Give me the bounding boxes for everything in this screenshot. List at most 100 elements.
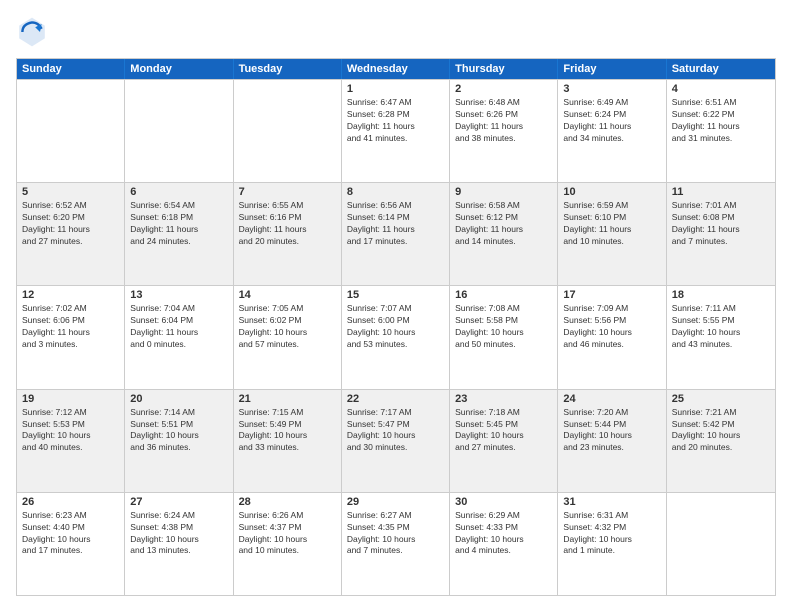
day-info: Sunrise: 7:14 AM Sunset: 5:51 PM Dayligh… (130, 407, 227, 455)
day-number: 17 (563, 289, 660, 301)
day-number: 7 (239, 186, 336, 198)
cal-cell-1-2 (125, 80, 233, 182)
day-info: Sunrise: 6:49 AM Sunset: 6:24 PM Dayligh… (563, 97, 660, 145)
cal-cell-5-6: 31Sunrise: 6:31 AM Sunset: 4:32 PM Dayli… (558, 493, 666, 595)
cal-week-2: 5 Sunrise: 6:52 AM Sunset: 6:20 PM Daylig… (17, 182, 775, 285)
day-number: 27 (130, 496, 227, 508)
day-number: 8 (347, 186, 444, 198)
day-number: 6 (130, 186, 227, 198)
day-info: Sunrise: 7:01 AM Sunset: 6:08 PM Dayligh… (672, 200, 770, 248)
day-number: 28 (239, 496, 336, 508)
cal-cell-3-5: 16 Sunrise: 7:08 AM Sunset: 5:58 PM Dayli… (450, 286, 558, 388)
day-number: 11 (672, 186, 770, 198)
day-number: 22 (347, 393, 444, 405)
day-number: 13 (130, 289, 227, 301)
cal-cell-5-1: 26Sunrise: 6:23 AM Sunset: 4:40 PM Dayli… (17, 493, 125, 595)
cal-cell-3-1: 12 Sunrise: 7:02 AM Sunset: 6:06 PM Dayli… (17, 286, 125, 388)
day-info: Sunrise: 7:15 AM Sunset: 5:49 PM Dayligh… (239, 407, 336, 455)
day-number: 16 (455, 289, 552, 301)
cal-cell-5-5: 30 Sunrise: 6:29 AM Sunset: 4:33 PM Dayli… (450, 493, 558, 595)
day-info: Sunrise: 6:51 AM Sunset: 6:22 PM Dayligh… (672, 97, 770, 145)
cal-cell-3-7: 18 Sunrise: 7:11 AM Sunset: 5:55 PM Dayli… (667, 286, 775, 388)
day-info: Sunrise: 7:05 AM Sunset: 6:02 PM Dayligh… (239, 303, 336, 351)
cal-week-4: 19 Sunrise: 7:12 AM Sunset: 5:53 PM Dayli… (17, 389, 775, 492)
cal-header-wednesday: Wednesday (342, 59, 450, 79)
day-number: 14 (239, 289, 336, 301)
day-info: Sunrise: 6:48 AM Sunset: 6:26 PM Dayligh… (455, 97, 552, 145)
day-info: Sunrise: 6:55 AM Sunset: 6:16 PM Dayligh… (239, 200, 336, 248)
day-number: 10 (563, 186, 660, 198)
cal-cell-4-1: 19 Sunrise: 7:12 AM Sunset: 5:53 PM Dayli… (17, 390, 125, 492)
day-number: 24 (563, 393, 660, 405)
cal-cell-4-6: 24 Sunrise: 7:20 AM Sunset: 5:44 PM Dayli… (558, 390, 666, 492)
day-info: Sunrise: 6:27 AM Sunset: 4:35 PM Dayligh… (347, 510, 444, 558)
day-number: 20 (130, 393, 227, 405)
page: SundayMondayTuesdayWednesdayThursdayFrid… (0, 0, 792, 612)
cal-cell-1-5: 2 Sunrise: 6:48 AM Sunset: 6:26 PM Daylig… (450, 80, 558, 182)
day-info: Sunrise: 7:02 AM Sunset: 6:06 PM Dayligh… (22, 303, 119, 351)
calendar-header-row: SundayMondayTuesdayWednesdayThursdayFrid… (17, 59, 775, 79)
day-number: 3 (563, 83, 660, 95)
logo-icon (16, 16, 48, 48)
day-info: Sunrise: 7:17 AM Sunset: 5:47 PM Dayligh… (347, 407, 444, 455)
day-info: Sunrise: 6:52 AM Sunset: 6:20 PM Dayligh… (22, 200, 119, 248)
day-info: Sunrise: 6:24 AM Sunset: 4:38 PM Dayligh… (130, 510, 227, 558)
day-number: 9 (455, 186, 552, 198)
header (16, 16, 776, 48)
day-number: 18 (672, 289, 770, 301)
cal-cell-4-4: 22 Sunrise: 7:17 AM Sunset: 5:47 PM Dayli… (342, 390, 450, 492)
cal-cell-3-6: 17 Sunrise: 7:09 AM Sunset: 5:56 PM Dayli… (558, 286, 666, 388)
day-number: 1 (347, 83, 444, 95)
day-info: Sunrise: 7:09 AM Sunset: 5:56 PM Dayligh… (563, 303, 660, 351)
cal-header-saturday: Saturday (667, 59, 775, 79)
day-info: Sunrise: 7:04 AM Sunset: 6:04 PM Dayligh… (130, 303, 227, 351)
day-number: 2 (455, 83, 552, 95)
cal-cell-2-6: 10 Sunrise: 6:59 AM Sunset: 6:10 PM Dayli… (558, 183, 666, 285)
day-number: 25 (672, 393, 770, 405)
cal-cell-1-3 (234, 80, 342, 182)
day-number: 4 (672, 83, 770, 95)
day-info: Sunrise: 6:58 AM Sunset: 6:12 PM Dayligh… (455, 200, 552, 248)
day-number: 19 (22, 393, 119, 405)
day-number: 5 (22, 186, 119, 198)
cal-cell-5-4: 29 Sunrise: 6:27 AM Sunset: 4:35 PM Dayli… (342, 493, 450, 595)
cal-cell-1-4: 1Sunrise: 6:47 AM Sunset: 6:28 PM Daylig… (342, 80, 450, 182)
cal-cell-4-3: 21 Sunrise: 7:15 AM Sunset: 5:49 PM Dayli… (234, 390, 342, 492)
cal-cell-4-2: 20 Sunrise: 7:14 AM Sunset: 5:51 PM Dayli… (125, 390, 233, 492)
cal-cell-3-2: 13 Sunrise: 7:04 AM Sunset: 6:04 PM Dayli… (125, 286, 233, 388)
day-info: Sunrise: 6:56 AM Sunset: 6:14 PM Dayligh… (347, 200, 444, 248)
cal-cell-2-3: 7 Sunrise: 6:55 AM Sunset: 6:16 PM Daylig… (234, 183, 342, 285)
day-info: Sunrise: 7:12 AM Sunset: 5:53 PM Dayligh… (22, 407, 119, 455)
day-info: Sunrise: 7:08 AM Sunset: 5:58 PM Dayligh… (455, 303, 552, 351)
day-number: 29 (347, 496, 444, 508)
cal-cell-5-2: 27 Sunrise: 6:24 AM Sunset: 4:38 PM Dayli… (125, 493, 233, 595)
cal-cell-3-4: 15 Sunrise: 7:07 AM Sunset: 6:00 PM Dayli… (342, 286, 450, 388)
day-info: Sunrise: 7:20 AM Sunset: 5:44 PM Dayligh… (563, 407, 660, 455)
cal-cell-5-7 (667, 493, 775, 595)
cal-cell-4-7: 25Sunrise: 7:21 AM Sunset: 5:42 PM Dayli… (667, 390, 775, 492)
cal-header-tuesday: Tuesday (234, 59, 342, 79)
day-info: Sunrise: 7:18 AM Sunset: 5:45 PM Dayligh… (455, 407, 552, 455)
cal-cell-3-3: 14 Sunrise: 7:05 AM Sunset: 6:02 PM Dayli… (234, 286, 342, 388)
day-info: Sunrise: 6:59 AM Sunset: 6:10 PM Dayligh… (563, 200, 660, 248)
day-info: Sunrise: 6:54 AM Sunset: 6:18 PM Dayligh… (130, 200, 227, 248)
cal-header-sunday: Sunday (17, 59, 125, 79)
cal-week-3: 12 Sunrise: 7:02 AM Sunset: 6:06 PM Dayli… (17, 285, 775, 388)
calendar-body: 1Sunrise: 6:47 AM Sunset: 6:28 PM Daylig… (17, 79, 775, 595)
cal-cell-2-4: 8 Sunrise: 6:56 AM Sunset: 6:14 PM Daylig… (342, 183, 450, 285)
day-info: Sunrise: 7:11 AM Sunset: 5:55 PM Dayligh… (672, 303, 770, 351)
day-info: Sunrise: 6:31 AM Sunset: 4:32 PM Dayligh… (563, 510, 660, 558)
day-info: Sunrise: 6:23 AM Sunset: 4:40 PM Dayligh… (22, 510, 119, 558)
day-info: Sunrise: 6:26 AM Sunset: 4:37 PM Dayligh… (239, 510, 336, 558)
day-info: Sunrise: 6:29 AM Sunset: 4:33 PM Dayligh… (455, 510, 552, 558)
day-number: 12 (22, 289, 119, 301)
day-number: 30 (455, 496, 552, 508)
day-info: Sunrise: 7:07 AM Sunset: 6:00 PM Dayligh… (347, 303, 444, 351)
day-number: 15 (347, 289, 444, 301)
cal-cell-1-7: 4 Sunrise: 6:51 AM Sunset: 6:22 PM Daylig… (667, 80, 775, 182)
logo (16, 16, 52, 48)
cal-cell-1-6: 3 Sunrise: 6:49 AM Sunset: 6:24 PM Daylig… (558, 80, 666, 182)
day-number: 21 (239, 393, 336, 405)
cal-cell-4-5: 23Sunrise: 7:18 AM Sunset: 5:45 PM Dayli… (450, 390, 558, 492)
cal-cell-5-3: 28 Sunrise: 6:26 AM Sunset: 4:37 PM Dayli… (234, 493, 342, 595)
